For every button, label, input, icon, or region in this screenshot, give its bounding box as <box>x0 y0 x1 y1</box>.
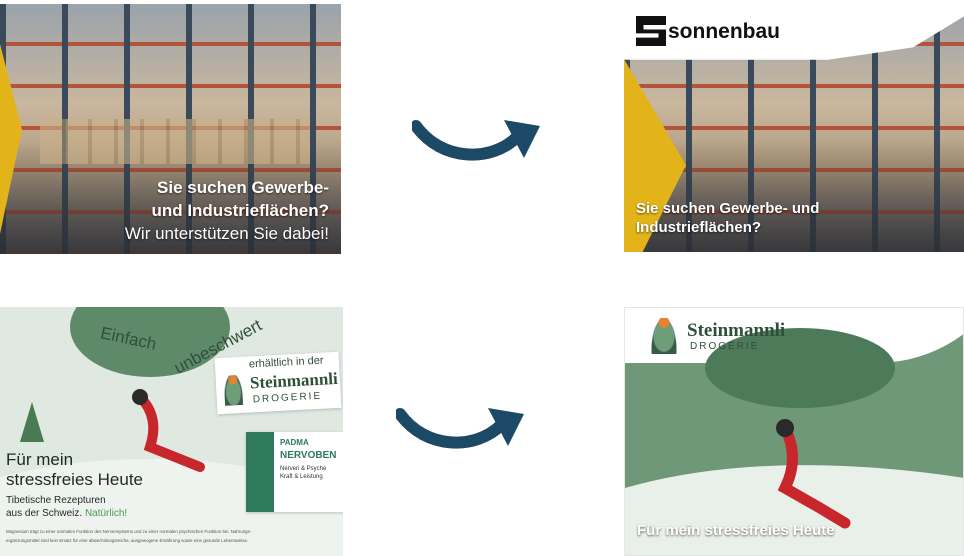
headline-line2: Industrieflächen? <box>636 219 762 236</box>
product-desc2: Kraft & Leistung <box>280 474 323 480</box>
sub-line1: Tibetische Rezepturen <box>6 495 106 506</box>
arrow-right-icon <box>412 120 540 161</box>
brand-sub: DROGERIE <box>690 341 760 352</box>
badge-brand: Steinmannli <box>249 368 339 393</box>
headline-line1: Sie suchen Gewerbe- <box>157 178 329 197</box>
stone-stack-icon <box>223 374 244 406</box>
fineprint1: Magnesium trägt zu einer normalen Funkti… <box>6 529 252 534</box>
brand-name: sonnenbau <box>668 20 781 43</box>
pallet-stacks <box>40 119 310 164</box>
steinmannli-ad-adapted: Steinmannli DROGERIE Für mein stressfrei… <box>624 307 964 556</box>
brand-name: Steinmannli <box>687 320 786 341</box>
product-name: NERVOBEN <box>280 450 337 461</box>
yellow-wedge <box>0 44 22 234</box>
warehouse-ad-original: Sie suchen Gewerbe- und Industrieflächen… <box>0 4 341 254</box>
sonnenbau-logo-icon <box>636 16 666 46</box>
store-badge: erhältlich in der Steinmannli DROGERIE <box>214 351 342 415</box>
padma-ad-original: Einfach unbeschwert erhältlich in der St… <box>0 307 343 556</box>
product-brand: PADMA <box>280 438 309 447</box>
subline: Wir unterstützen Sie dabei! <box>124 224 329 243</box>
fineprint2: ergänzungsmittel sind kein Ersatz für ei… <box>6 538 249 543</box>
sub-line2: aus der Schweiz. <box>6 508 83 519</box>
sub-line2-wrap: aus der Schweiz. Natürlich! <box>6 508 127 519</box>
headline-line1: Für mein <box>6 450 74 469</box>
headline: Für mein stressfreies Heute <box>637 522 835 539</box>
arrow-right-icon <box>396 408 524 449</box>
headline-line1: Sie suchen Gewerbe- und <box>636 200 820 217</box>
headline-line2: stressfreies Heute <box>6 470 143 489</box>
stone-stack-icon <box>651 318 677 354</box>
sub-highlight: Natürlich! <box>84 508 128 519</box>
product-desc1: Nerven & Psyche <box>280 466 327 472</box>
product-box: PADMA NERVOBEN Nerven & Psyche Kraft & L… <box>246 432 343 512</box>
badge-line1: erhältlich in der <box>248 354 324 371</box>
badge-sub: DROGERIE <box>252 390 323 406</box>
sonnenbau-ad-adapted: sonnenbau Sie suchen Gewerbe- und Indust… <box>624 4 964 252</box>
headline-line2: und Industrieflächen? <box>151 201 329 220</box>
